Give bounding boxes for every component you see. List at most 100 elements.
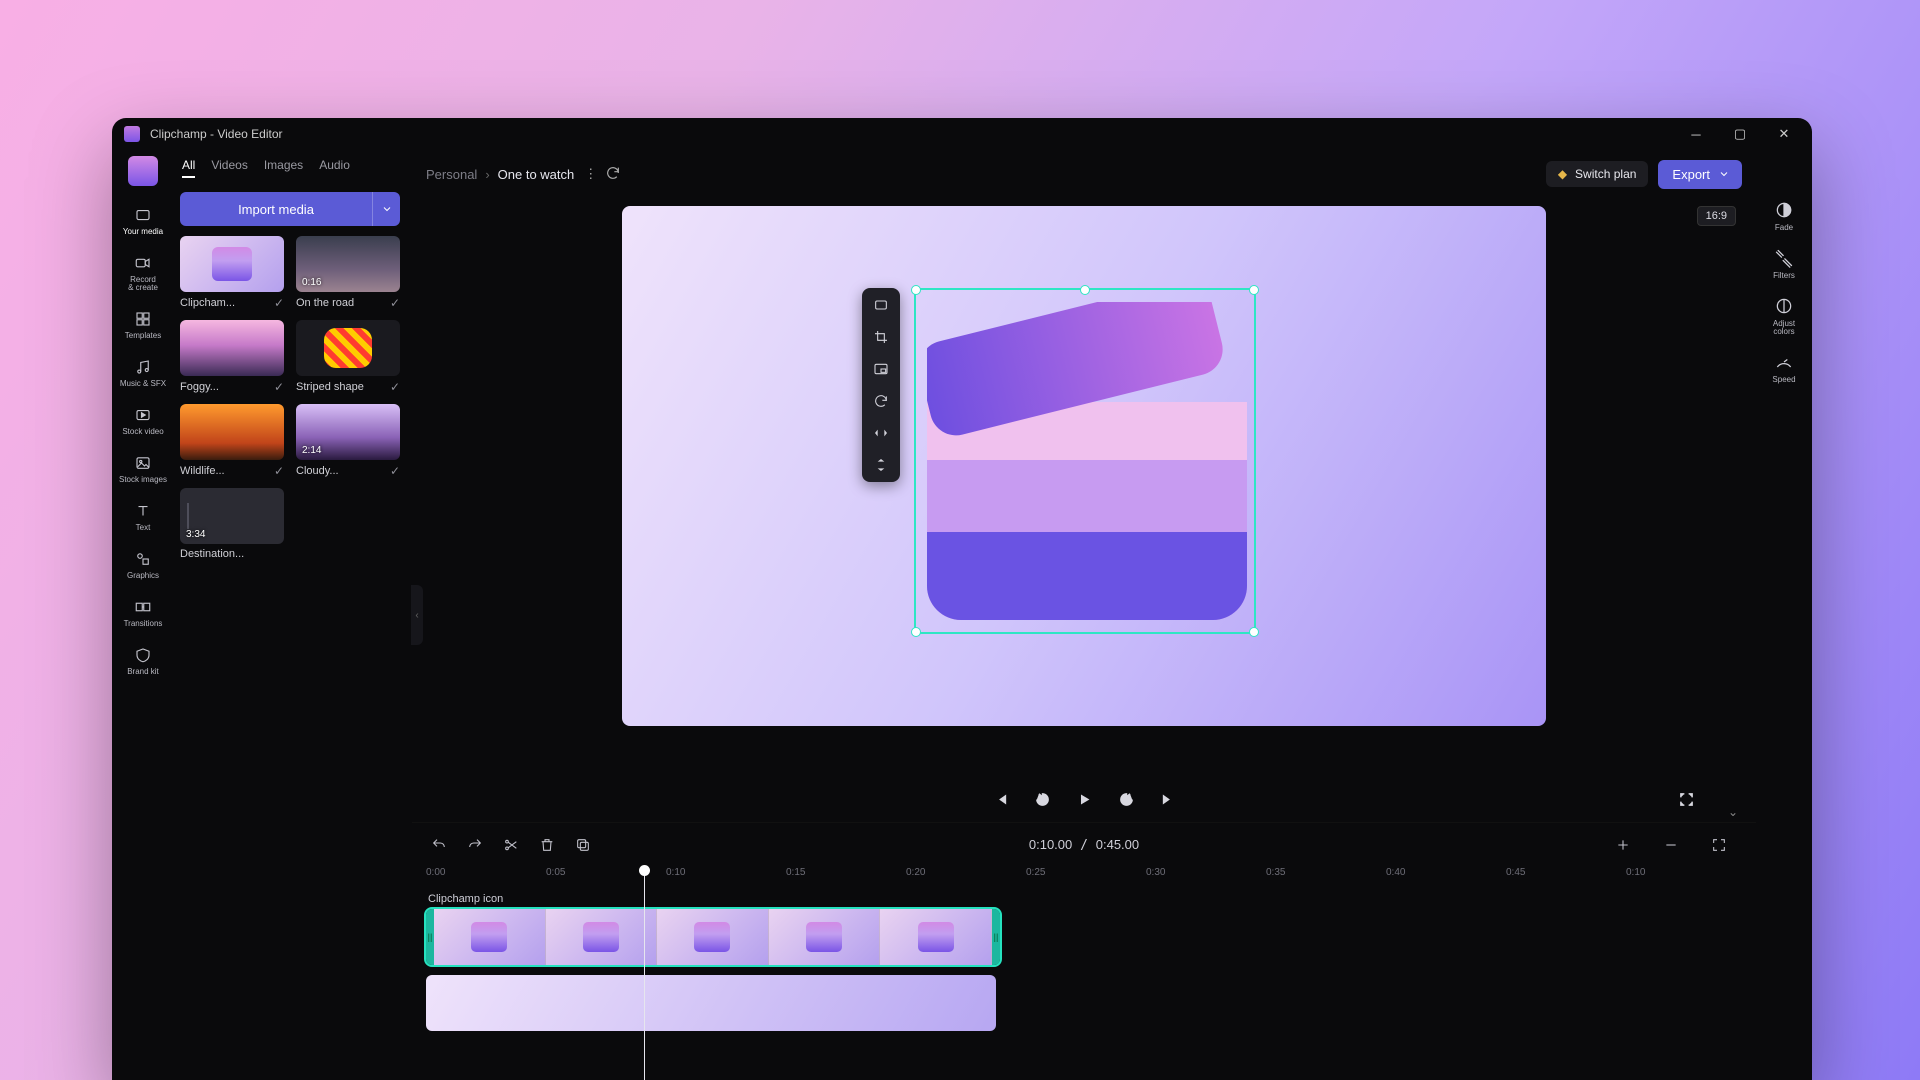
titlebar: Clipchamp - Video Editor ─ ▢ ✕ <box>112 118 1812 150</box>
prop-adjust-colors[interactable]: Adjust colors <box>1773 296 1795 336</box>
zoom-out-button[interactable] <box>1658 832 1684 858</box>
rail-record[interactable]: Record & create <box>115 248 171 300</box>
tab-all[interactable]: All <box>182 158 195 178</box>
media-item[interactable]: Striped shape✓ <box>296 320 400 394</box>
duplicate-button[interactable] <box>570 832 596 858</box>
tab-images[interactable]: Images <box>264 158 303 178</box>
tab-audio[interactable]: Audio <box>319 158 350 178</box>
resize-handle[interactable] <box>1249 627 1259 637</box>
project-name[interactable]: One to watch <box>498 167 575 182</box>
rail-brand-kit[interactable]: Brand kit <box>115 640 171 684</box>
property-rail: Fade Filters Adjust colors Speed <box>1756 150 1812 1080</box>
crop-icon[interactable] <box>870 326 892 348</box>
gem-icon: ◆ <box>1558 167 1567 181</box>
export-button[interactable]: Export <box>1658 160 1742 189</box>
switch-plan-button[interactable]: ◆Switch plan <box>1546 161 1649 187</box>
play-button[interactable] <box>1074 789 1094 809</box>
flip-horizontal-icon[interactable] <box>870 422 892 444</box>
zoom-fit-button[interactable] <box>1706 832 1732 858</box>
clipchamp-logo-icon <box>128 156 158 186</box>
media-item[interactable]: 2:14Cloudy...✓ <box>296 404 400 478</box>
rail-stock-images[interactable]: Stock images <box>115 448 171 492</box>
media-item[interactable]: 3:34Destination... <box>180 488 284 560</box>
rail-your-media[interactable]: Your media <box>115 200 171 244</box>
import-media-button[interactable]: Import media <box>180 192 372 226</box>
skip-fwd-button[interactable] <box>1116 789 1136 809</box>
timeline-clip[interactable]: || || <box>426 909 1000 965</box>
clip-toolbar <box>862 288 900 482</box>
topbar: Personal › One to watch ⋮ ◆Switch plan E… <box>412 150 1756 198</box>
app-window: Clipchamp - Video Editor ─ ▢ ✕ Your medi… <box>112 118 1812 1080</box>
ruler-tick: 0:25 <box>1026 867 1045 878</box>
redo-button[interactable] <box>462 832 488 858</box>
import-media-dropdown[interactable] <box>372 192 400 226</box>
skip-back-button[interactable] <box>1032 789 1052 809</box>
ruler-tick: 0:45 <box>1506 867 1525 878</box>
fit-icon[interactable] <box>870 294 892 316</box>
prop-speed[interactable]: Speed <box>1772 352 1795 384</box>
tracks: Clipchamp icon || || <box>412 887 1756 1045</box>
media-item[interactable]: 0:16On the road✓ <box>296 236 400 310</box>
playhead[interactable] <box>644 867 645 1080</box>
rail-transitions[interactable]: Transitions <box>115 592 171 636</box>
ruler-tick: 0:15 <box>786 867 805 878</box>
selection-box[interactable] <box>914 288 1256 634</box>
rail-text[interactable]: Text <box>115 496 171 540</box>
ruler-tick: 0:00 <box>426 867 445 878</box>
minimize-button[interactable]: ─ <box>1674 118 1718 150</box>
playback-time: 0:10.00 / 0:45.00 <box>1029 837 1139 853</box>
check-icon: ✓ <box>274 296 284 310</box>
clip-trim-right[interactable]: || <box>992 909 1000 965</box>
playback-controls <box>412 776 1756 822</box>
prev-frame-button[interactable] <box>990 789 1010 809</box>
media-item[interactable]: Foggy...✓ <box>180 320 284 394</box>
timeline-toolbar: 0:10.00 / 0:45.00 ⌄ <box>412 823 1756 867</box>
media-grid: Clipcham...✓ 0:16On the road✓ Foggy...✓ … <box>180 236 400 560</box>
next-frame-button[interactable] <box>1158 789 1178 809</box>
maximize-button[interactable]: ▢ <box>1718 118 1762 150</box>
center-area: ‹ Personal › One to watch ⋮ ◆Switch plan… <box>412 150 1756 1080</box>
prop-filters[interactable]: Filters <box>1773 248 1795 280</box>
video-track-2[interactable] <box>426 975 1742 1031</box>
rail-graphics[interactable]: Graphics <box>115 544 171 588</box>
video-track-1[interactable]: || || <box>426 909 1742 965</box>
rail-music[interactable]: Music & SFX <box>115 352 171 396</box>
time-ruler[interactable]: 0:000:050:100:150:200:250:300:350:400:45… <box>412 867 1756 887</box>
ruler-tick: 0:35 <box>1266 867 1285 878</box>
aspect-ratio-button[interactable]: 16:9 <box>1697 206 1736 226</box>
resize-handle[interactable] <box>1080 285 1090 295</box>
prop-fade[interactable]: Fade <box>1774 200 1794 232</box>
clip-trim-left[interactable]: || <box>426 909 434 965</box>
chevron-down-icon[interactable]: ⌄ <box>1728 805 1738 819</box>
ruler-tick: 0:10 <box>1626 867 1645 878</box>
media-item[interactable]: Clipcham...✓ <box>180 236 284 310</box>
close-button[interactable]: ✕ <box>1762 118 1806 150</box>
ruler-tick: 0:05 <box>546 867 565 878</box>
undo-button[interactable] <box>426 832 452 858</box>
kebab-menu-icon[interactable]: ⋮ <box>584 166 597 182</box>
pip-icon[interactable] <box>870 358 892 380</box>
clip-label: Clipchamp icon <box>428 893 1742 905</box>
media-item[interactable]: Wildlife...✓ <box>180 404 284 478</box>
fullscreen-button[interactable] <box>1676 789 1696 809</box>
add-track-button[interactable] <box>1610 832 1636 858</box>
tool-rail: Your media Record & create Templates Mus… <box>112 150 174 1080</box>
ruler-tick: 0:40 <box>1386 867 1405 878</box>
timeline-clip[interactable] <box>426 975 996 1031</box>
breadcrumb-root[interactable]: Personal <box>426 167 477 182</box>
split-button[interactable] <box>498 832 524 858</box>
resize-handle[interactable] <box>911 627 921 637</box>
flip-vertical-icon[interactable] <box>870 454 892 476</box>
tab-videos[interactable]: Videos <box>211 158 247 178</box>
rail-stock-video[interactable]: Stock video <box>115 400 171 444</box>
resize-handle[interactable] <box>911 285 921 295</box>
resize-handle[interactable] <box>1249 285 1259 295</box>
sync-icon[interactable] <box>605 165 621 184</box>
media-tabs: All Videos Images Audio <box>180 154 400 184</box>
ruler-tick: 0:30 <box>1146 867 1165 878</box>
rail-templates[interactable]: Templates <box>115 304 171 348</box>
delete-button[interactable] <box>534 832 560 858</box>
rotate-icon[interactable] <box>870 390 892 412</box>
preview-canvas[interactable] <box>622 206 1546 726</box>
timeline: 0:10.00 / 0:45.00 ⌄ 0:000:050:100:150:20… <box>412 822 1756 1080</box>
